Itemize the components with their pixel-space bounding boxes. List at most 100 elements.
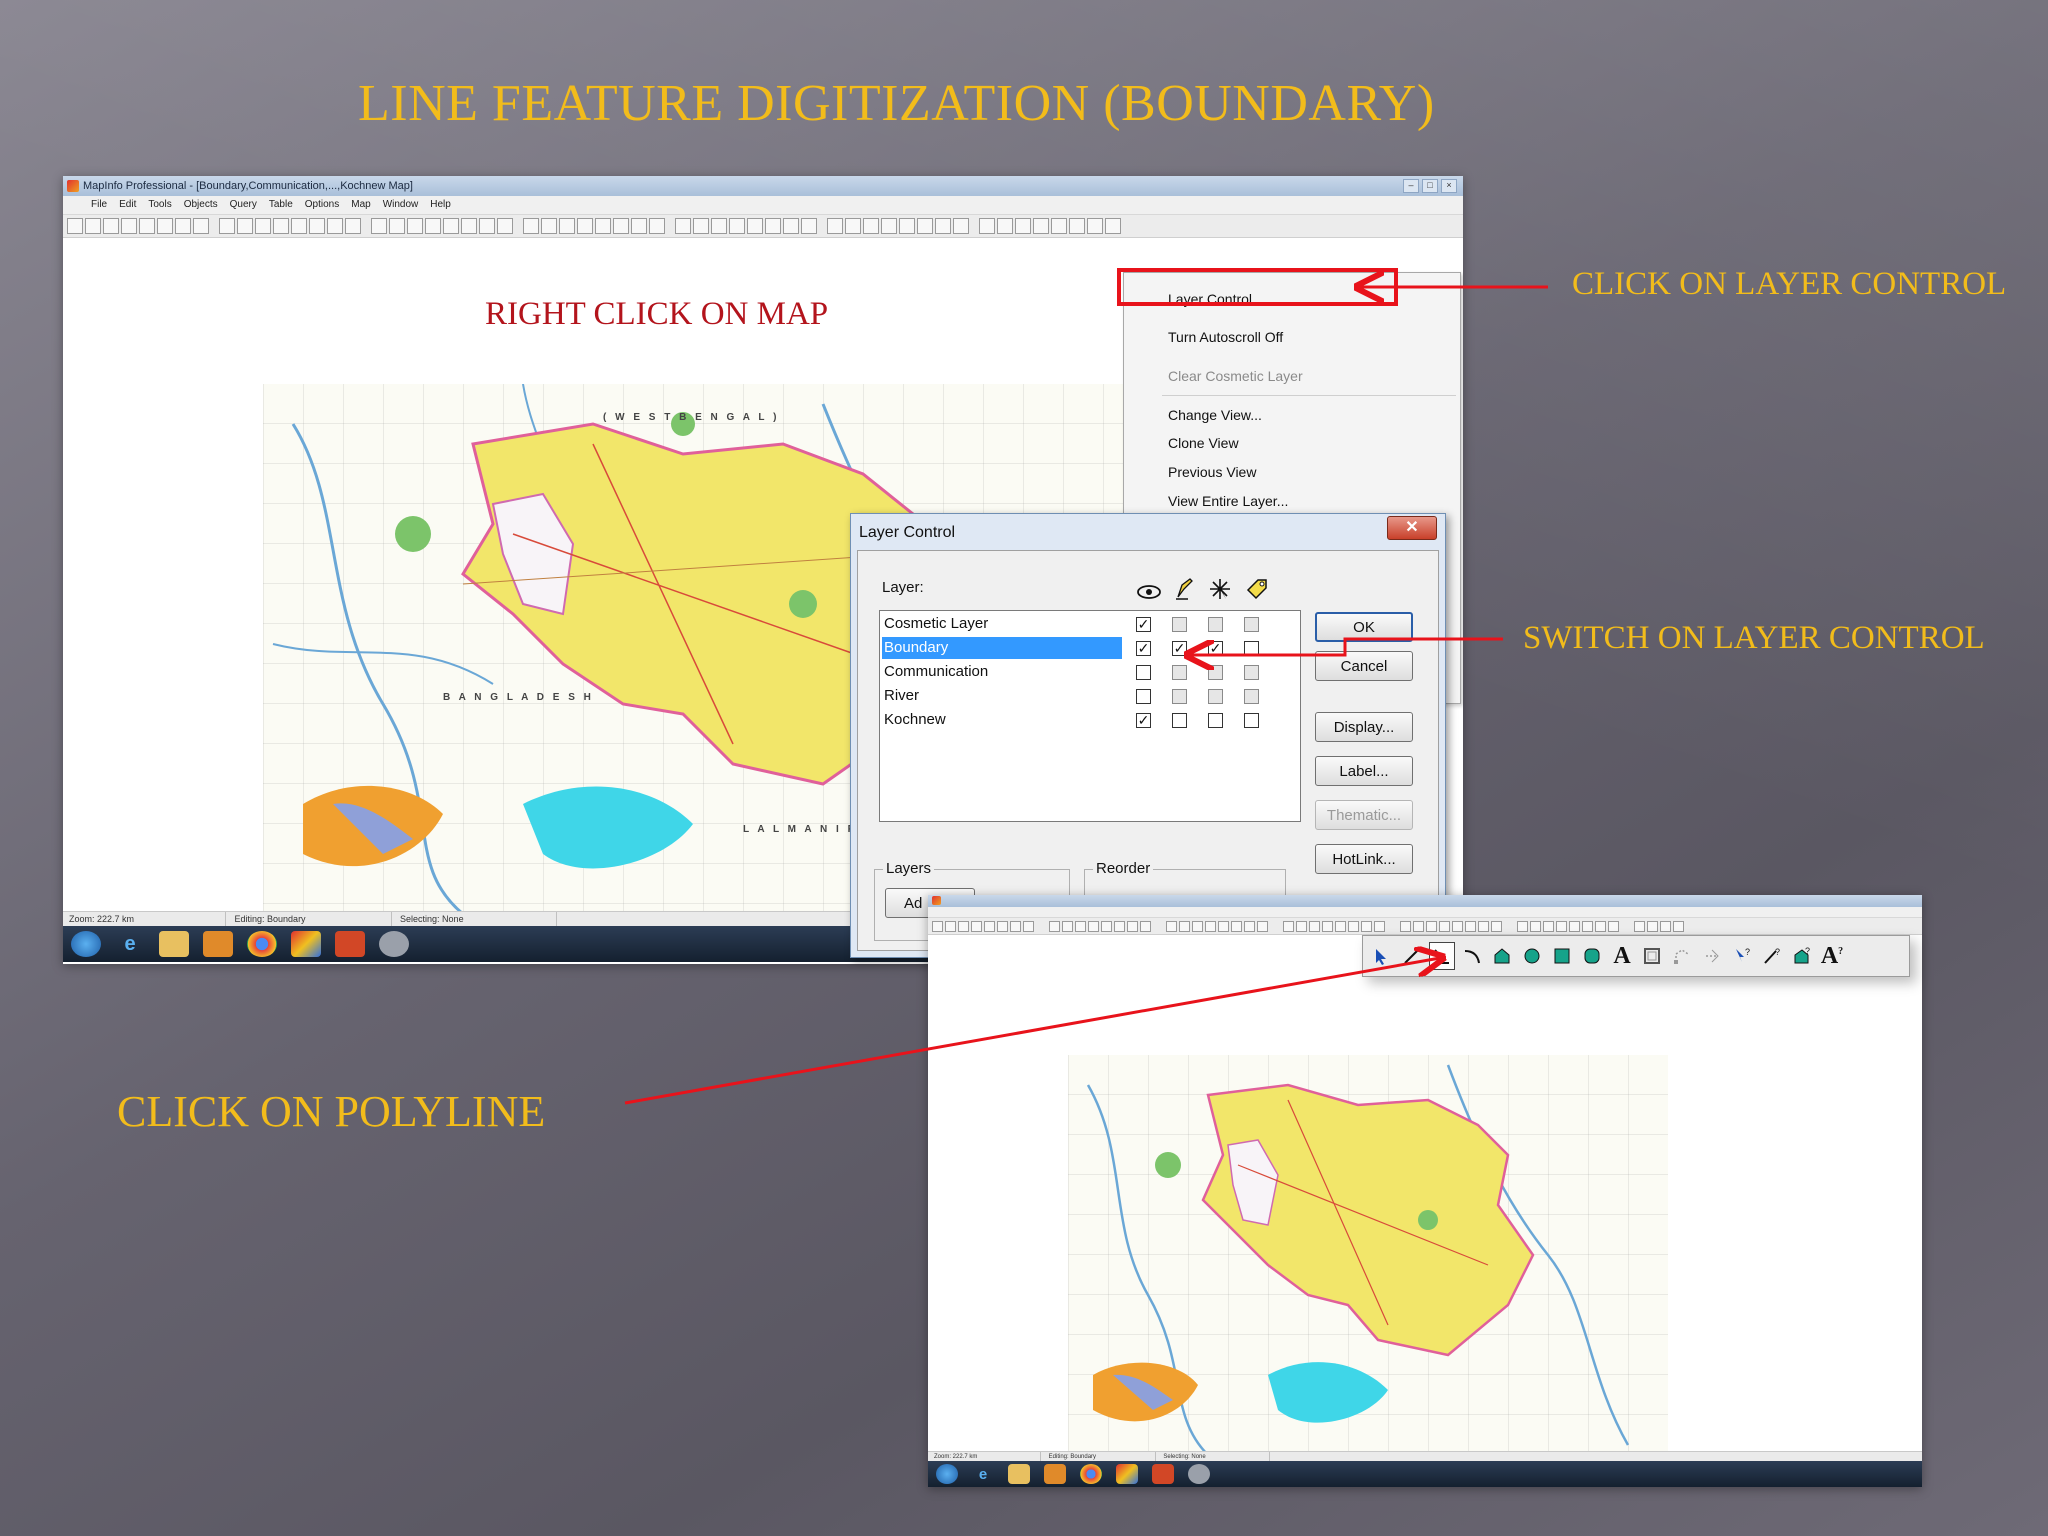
toolbar-button[interactable]	[407, 218, 423, 234]
toolbar-button[interactable]	[139, 218, 155, 234]
menu-help[interactable]: Help	[430, 199, 451, 210]
editable-checkbox[interactable]	[1172, 665, 1187, 680]
selectable-checkbox[interactable]: ✓	[1208, 641, 1223, 656]
add-node-tool-icon[interactable]	[1699, 942, 1725, 970]
toolbar-button[interactable]	[827, 218, 843, 234]
toolbar-button[interactable]	[649, 218, 665, 234]
symbol-style-tool-icon[interactable]: ?	[1729, 942, 1755, 970]
toolbar-button[interactable]	[273, 218, 289, 234]
toolbar-button[interactable]	[1010, 920, 1021, 932]
powerpoint-icon-2[interactable]	[1152, 1464, 1174, 1484]
toolbar-button[interactable]	[1179, 920, 1190, 932]
toolbar-button[interactable]	[389, 218, 405, 234]
toolbar-button[interactable]	[309, 218, 325, 234]
toolbar-button[interactable]	[935, 218, 951, 234]
toolbar-button[interactable]	[747, 218, 763, 234]
toolbar-button[interactable]	[613, 218, 629, 234]
toolbar-button[interactable]	[1673, 920, 1684, 932]
toolbar-button[interactable]	[801, 218, 817, 234]
toolbar-button[interactable]	[1348, 920, 1359, 932]
layer-row-river[interactable]: River	[882, 685, 1122, 707]
dialog-close-button[interactable]: ✕	[1387, 516, 1437, 540]
toolbar-button[interactable]	[729, 218, 745, 234]
toolbar-button[interactable]	[1543, 920, 1554, 932]
toolbar-button[interactable]	[371, 218, 387, 234]
autolabel-checkbox[interactable]	[1244, 641, 1259, 656]
toolbar-button[interactable]	[1296, 920, 1307, 932]
toolbar-button[interactable]	[1530, 920, 1541, 932]
toolbar-button[interactable]	[1088, 920, 1099, 932]
line-style-tool-icon[interactable]: ?	[1759, 942, 1785, 970]
selectable-checkbox[interactable]	[1208, 713, 1223, 728]
editable-checkbox[interactable]	[1172, 617, 1187, 632]
toolbar-button[interactable]	[1049, 920, 1060, 932]
toolbar-button[interactable]	[1335, 920, 1346, 932]
toolbar-button[interactable]	[425, 218, 441, 234]
close-button[interactable]: ×	[1441, 179, 1457, 193]
toolbar-button[interactable]	[984, 920, 995, 932]
toolbar-button[interactable]	[1205, 920, 1216, 932]
toolbar-button[interactable]	[997, 920, 1008, 932]
autolabel-checkbox[interactable]	[1244, 665, 1259, 680]
layer-list[interactable]: Cosmetic Layer ✓ Boundary ✓ ✓ ✓ Communication R…	[879, 610, 1301, 822]
toolbar-button[interactable]	[899, 218, 915, 234]
toolbar-button[interactable]	[559, 218, 575, 234]
menu-edit[interactable]: Edit	[119, 199, 136, 210]
toolbar-button[interactable]	[103, 218, 119, 234]
selectable-checkbox[interactable]	[1208, 689, 1223, 704]
region-style-tool-icon[interactable]: ?	[1789, 942, 1815, 970]
menu-file[interactable]: File	[91, 199, 107, 210]
toolbar-button[interactable]	[1069, 218, 1085, 234]
toolbar-button[interactable]	[932, 920, 943, 932]
toolbar-button[interactable]	[765, 218, 781, 234]
toolbar-button[interactable]	[237, 218, 253, 234]
visible-checkbox[interactable]: ✓	[1136, 713, 1151, 728]
menu-item-change-view[interactable]: Change View...	[1124, 403, 1460, 427]
toolbar-button[interactable]	[958, 920, 969, 932]
media-player-icon-2[interactable]	[1044, 1464, 1066, 1484]
editable-checkbox[interactable]	[1172, 713, 1187, 728]
toolbar-button[interactable]	[863, 218, 879, 234]
reshape-tool-icon[interactable]	[1669, 942, 1695, 970]
toolbar-button[interactable]	[1361, 920, 1372, 932]
layer-row-kochnew[interactable]: Kochnew	[882, 709, 1122, 731]
toolbar-button[interactable]	[1015, 218, 1031, 234]
toolbar-button[interactable]	[1105, 218, 1121, 234]
visible-checkbox[interactable]	[1136, 689, 1151, 704]
selectable-checkbox[interactable]	[1208, 617, 1223, 632]
mapinfo-taskbar-icon-2[interactable]	[1116, 1464, 1138, 1484]
menu-item-turn-autoscroll-off[interactable]: Turn Autoscroll Off	[1124, 325, 1460, 349]
toolbar-button[interactable]	[1023, 920, 1034, 932]
toolbar-button[interactable]	[1634, 920, 1645, 932]
toolbar-button[interactable]	[881, 218, 897, 234]
visible-checkbox[interactable]	[1136, 665, 1151, 680]
toolbar-button[interactable]	[255, 218, 271, 234]
layer-row-boundary[interactable]: Boundary	[882, 637, 1122, 659]
text-style-tool-icon[interactable]: A?	[1819, 942, 1845, 970]
selectable-checkbox[interactable]	[1208, 665, 1223, 680]
toolbar-button[interactable]	[1114, 920, 1125, 932]
toolbar-button[interactable]	[1413, 920, 1424, 932]
toolbar-button[interactable]	[1244, 920, 1255, 932]
toolbar-button[interactable]	[1309, 920, 1320, 932]
toolbar-button[interactable]	[1231, 920, 1242, 932]
toolbar-button[interactable]	[443, 218, 459, 234]
ok-button[interactable]: OK	[1315, 612, 1413, 642]
toolbar-button[interactable]	[693, 218, 709, 234]
frame-tool-icon[interactable]	[1639, 942, 1665, 970]
toolbar-button[interactable]	[1647, 920, 1658, 932]
toolbar-button[interactable]	[1218, 920, 1229, 932]
visible-checkbox[interactable]: ✓	[1136, 617, 1151, 632]
toolbar-button[interactable]	[845, 218, 861, 234]
toolbar-button[interactable]	[1660, 920, 1671, 932]
toolbar-button[interactable]	[193, 218, 209, 234]
autolabel-checkbox[interactable]	[1244, 617, 1259, 632]
toolbar-button[interactable]	[327, 218, 343, 234]
toolbar-button[interactable]	[85, 218, 101, 234]
toolbar-button[interactable]	[1075, 920, 1086, 932]
explorer-icon-2[interactable]	[1008, 1464, 1030, 1484]
arc-tool-icon[interactable]	[1459, 942, 1485, 970]
minimize-button[interactable]: –	[1403, 179, 1419, 193]
menu-item-previous-view[interactable]: Previous View	[1124, 460, 1460, 484]
misc-app-icon[interactable]	[379, 931, 409, 957]
